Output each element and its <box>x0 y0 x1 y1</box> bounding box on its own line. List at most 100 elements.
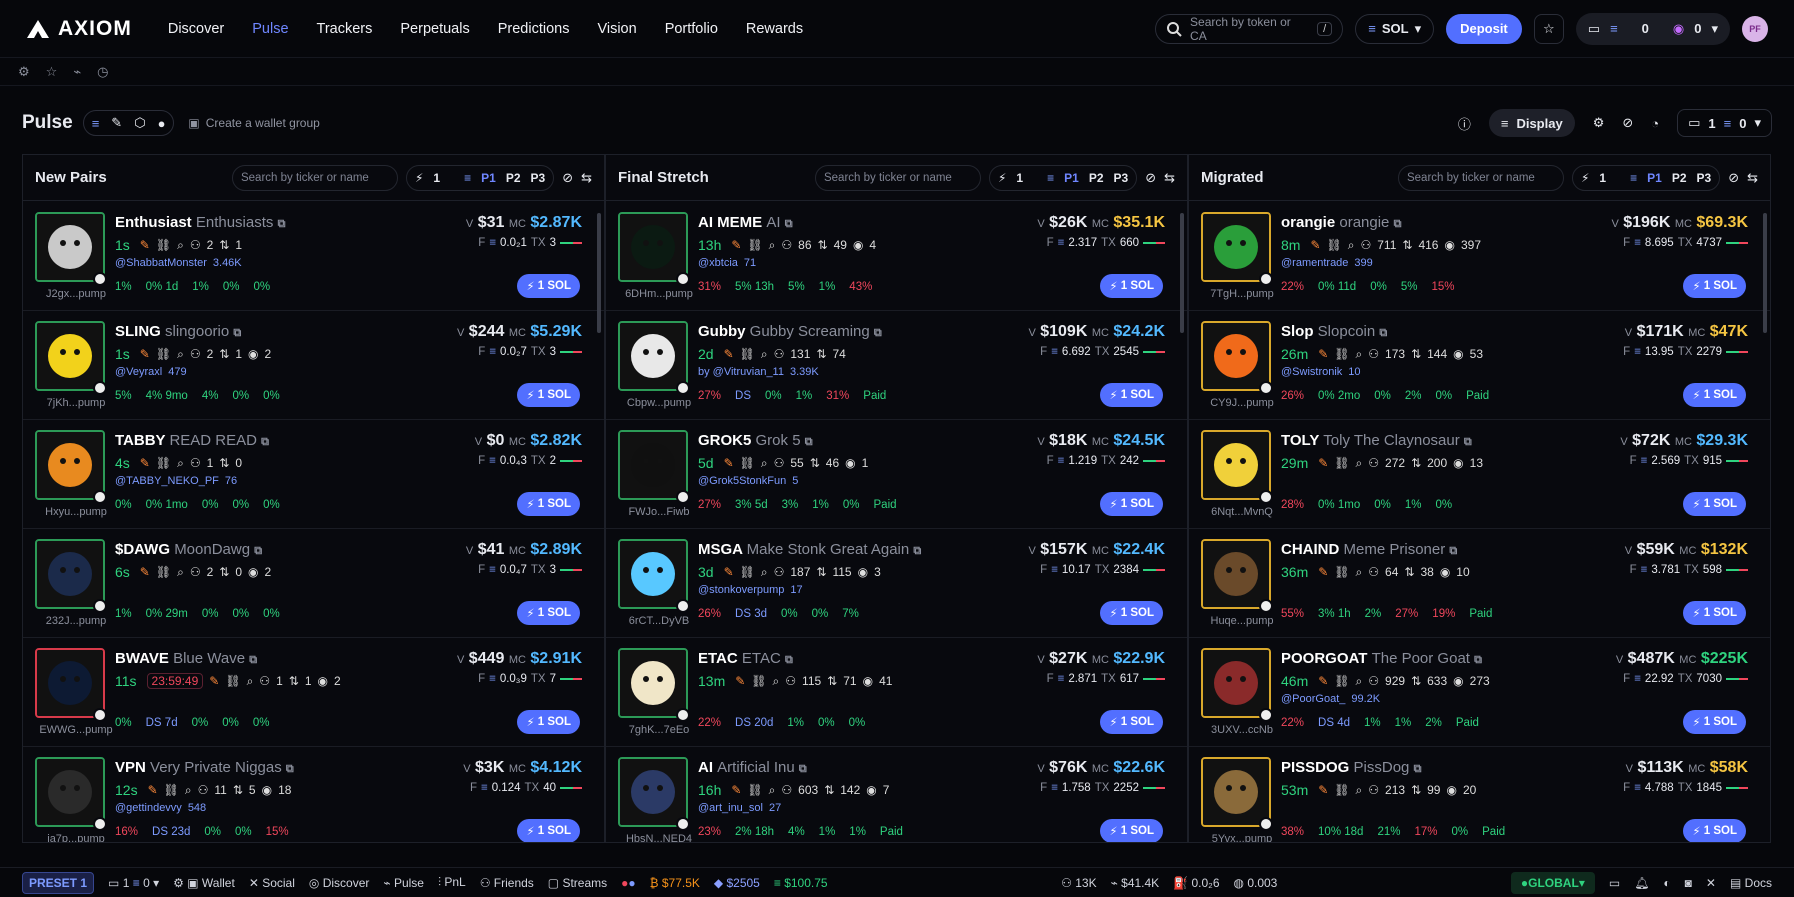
token-title[interactable]: VPN Very Private Niggas ⧉ <box>115 759 294 776</box>
token-image[interactable] <box>618 321 688 391</box>
token-image[interactable] <box>35 212 105 282</box>
pen-icon[interactable]: ✎ <box>140 238 150 252</box>
quick-buy-button[interactable]: ⚡ 1 SOL <box>517 819 580 842</box>
quick-buy-button[interactable]: ⚡ 1 SOL <box>517 383 580 407</box>
quick-buy-button[interactable]: ⚡ 1 SOL <box>517 601 580 625</box>
copy-icon[interactable]: ⧉ <box>785 654 793 666</box>
token-image[interactable] <box>618 212 688 282</box>
quick-buy-button[interactable]: ⚡ 1 SOL <box>517 710 580 734</box>
creator-handle[interactable]: @PoorGoat_ 99.2K <box>1281 693 1380 705</box>
region-selector[interactable]: ● GLOBAL ▾ <box>1510 871 1595 894</box>
token-title[interactable]: Gubby Gubby Screaming ⧉ <box>698 323 882 340</box>
filter-icon[interactable]: ⇆ <box>1747 170 1758 186</box>
search-input[interactable]: Search by token or CA / <box>1155 13 1344 44</box>
quick-buy-button[interactable]: ⚡ 1 SOL <box>1100 819 1163 842</box>
copy-icon[interactable]: ⧉ <box>805 436 813 448</box>
quick-buy-button[interactable]: ⚡ 1 SOL <box>1683 819 1746 842</box>
copy-icon[interactable]: ⧉ <box>874 327 882 339</box>
x-icon[interactable]: ✕ <box>1706 876 1716 890</box>
token-image[interactable] <box>35 757 105 827</box>
token-title[interactable]: AI Artificial Inu ⧉ <box>698 759 807 776</box>
pen-icon[interactable]: ✎ <box>731 783 741 797</box>
create-wallet-group[interactable]: ▣ Create a wallet group <box>188 116 319 130</box>
creator-handle[interactable]: @ShabbatMonster 3.46K <box>115 257 242 269</box>
search-icon[interactable]: ⌕ <box>761 565 768 580</box>
dot-icon[interactable]: ● <box>158 116 166 131</box>
token-card[interactable]: HbsN...NED4 AI Artificial Inu ⧉ 16h ✎ ⛓ … <box>606 747 1187 842</box>
search-icon[interactable]: ⌕ <box>1356 565 1363 580</box>
search-icon[interactable]: ⌕ <box>769 238 776 253</box>
token-address[interactable]: CY9J...pump <box>1201 397 1283 409</box>
token-image[interactable] <box>1201 539 1271 609</box>
token-address[interactable]: 7TgH...pump <box>1201 288 1283 300</box>
instant-buy-selector[interactable]: ▭ 1 ≡ 0 ▾ <box>1677 109 1772 137</box>
token-title[interactable]: BWAVE Blue Wave ⧉ <box>115 650 257 667</box>
token-image[interactable] <box>1201 212 1271 282</box>
link-icon[interactable]: ⛓ <box>156 347 171 361</box>
token-address[interactable]: Cbpw...pump <box>618 397 700 409</box>
column-search-input[interactable]: Search by ticker or name <box>231 164 398 191</box>
quick-buy-button[interactable]: ⚡ 1 SOL <box>1100 492 1163 516</box>
link-icon[interactable]: ⛓ <box>1327 238 1342 252</box>
bell-icon[interactable]: 🔔︎ <box>1634 876 1649 890</box>
avatar[interactable]: PF <box>1742 15 1768 42</box>
copy-icon[interactable]: ⧉ <box>1474 654 1482 666</box>
token-card[interactable]: 6Nqt...MvnQ TOLY Toly The Claynosaur ⧉ 2… <box>1189 420 1770 529</box>
footer-social[interactable]: ✕ Social <box>249 876 295 890</box>
creator-handle[interactable]: @Veyraxl 479 <box>115 366 187 378</box>
creator-handle[interactable]: @stonkoverpump 17 <box>698 584 803 596</box>
chain-selector[interactable]: ≡ SOL ▾ <box>1355 13 1435 44</box>
pen-icon[interactable]: ✎ <box>209 674 219 688</box>
link-icon[interactable]: ⛓ <box>747 238 762 252</box>
token-card[interactable]: 3UXV...ccNb POORGOAT The Poor Goat ⧉ 46m… <box>1189 638 1770 747</box>
search-icon[interactable]: ⌕ <box>761 456 768 471</box>
search-icon[interactable]: ⌕ <box>1356 347 1363 362</box>
copy-icon[interactable]: ⧉ <box>254 545 262 557</box>
filter-icon[interactable]: ⇆ <box>1164 170 1175 186</box>
pen-icon[interactable]: ✎ <box>1318 565 1328 579</box>
footer-friends[interactable]: ⚇ Friends <box>480 876 534 890</box>
gear-icon[interactable]: ⚙ <box>18 64 30 80</box>
token-address[interactable]: EWWG...pump <box>35 724 117 736</box>
pen-icon[interactable]: ✎ <box>1318 783 1328 797</box>
pen-icon[interactable]: ✎ <box>140 565 150 579</box>
search-icon[interactable]: ⌕ <box>761 347 768 362</box>
deposit-button[interactable]: Deposit <box>1446 13 1522 44</box>
token-card[interactable]: 7jKh...pump SLING slingoorio ⧉ 1s ✎ ⛓ ⌕ … <box>23 311 604 420</box>
alert-icon[interactable]: ◔ <box>1651 116 1659 131</box>
token-image[interactable] <box>1201 757 1271 827</box>
nav-rewards[interactable]: Rewards <box>746 21 803 37</box>
hide-icon[interactable]: ⊘ <box>1728 170 1739 186</box>
nav-portfolio[interactable]: Portfolio <box>665 21 718 37</box>
footer-streams[interactable]: ▢ Streams <box>548 876 607 890</box>
token-address[interactable]: 6Nqt...MvnQ <box>1201 506 1283 518</box>
footer-wallet[interactable]: ⚙ ▣ Wallet <box>173 876 235 890</box>
preset-group[interactable]: ⚡ 1 ≡ P1 P2 P3 <box>1571 164 1721 191</box>
token-title[interactable]: CHAIND Meme Prisoner ⧉ <box>1281 541 1457 558</box>
copy-icon[interactable]: ⧉ <box>286 763 294 775</box>
link-icon[interactable]: ⛓ <box>1334 783 1349 797</box>
token-address[interactable]: Hxyu...pump <box>35 506 117 518</box>
pen-icon[interactable]: ✎ <box>724 347 734 361</box>
link-icon[interactable]: ⛓ <box>1334 674 1349 688</box>
token-title[interactable]: TOLY Toly The Claynosaur ⧉ <box>1281 432 1472 449</box>
gear-icon[interactable]: ⚙ <box>1593 115 1605 131</box>
token-image[interactable] <box>35 539 105 609</box>
pen-icon[interactable]: ✎ <box>140 347 150 361</box>
hide-icon[interactable]: ⊘ <box>1622 115 1633 131</box>
search-icon[interactable]: ⌕ <box>1356 674 1363 689</box>
token-title[interactable]: POORGOAT The Poor Goat ⧉ <box>1281 650 1482 667</box>
quick-buy-button[interactable]: ⚡ 1 SOL <box>1100 710 1163 734</box>
link-icon[interactable]: ⛓ <box>1334 456 1349 470</box>
pen-icon[interactable]: ✎ <box>735 674 745 688</box>
token-image[interactable] <box>1201 648 1271 718</box>
search-icon[interactable]: ⌕ <box>177 565 184 580</box>
copy-icon[interactable]: ⧉ <box>278 218 286 230</box>
search-icon[interactable]: ⌕ <box>1356 783 1363 798</box>
token-title[interactable]: GROK5 Grok 5 ⧉ <box>698 432 813 449</box>
preset-p2[interactable]: P2 <box>1672 171 1687 185</box>
preset-p3[interactable]: P3 <box>1114 171 1129 185</box>
creator-handle[interactable]: @gettindevvy 548 <box>115 802 206 814</box>
token-image[interactable] <box>1201 321 1271 391</box>
search-icon[interactable]: ⌕ <box>1348 238 1355 253</box>
